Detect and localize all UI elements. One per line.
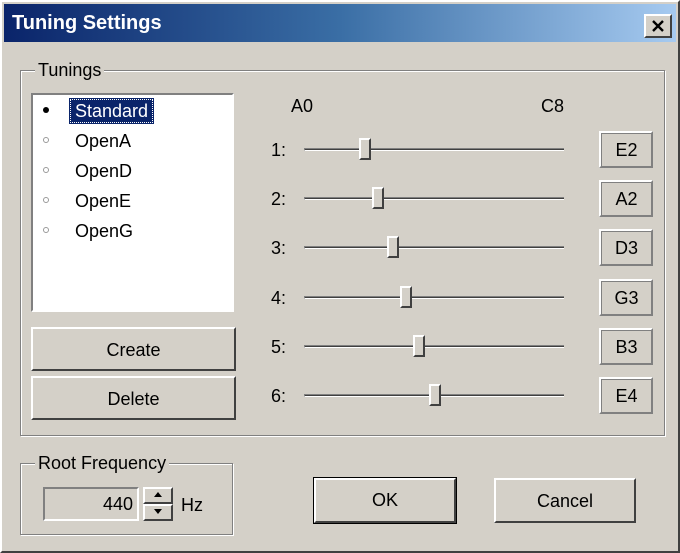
list-item-opena[interactable]: OpenA (33, 127, 232, 155)
tunings-group: Tunings Standard OpenA OpenD OpenE OpenG (20, 60, 665, 436)
arrow-down-icon (154, 509, 162, 514)
arrow-up-icon (154, 492, 162, 497)
string-3-thumb[interactable] (387, 236, 400, 258)
string-2-note: A2 (599, 180, 653, 217)
frequency-unit-label: Hz (181, 495, 203, 515)
string-6-label: 6: (271, 386, 287, 406)
cancel-button[interactable]: Cancel (494, 478, 636, 523)
title-bar[interactable]: Tuning Settings (4, 4, 676, 42)
string-1-slider[interactable] (304, 138, 564, 160)
string-1-label: 1: (271, 140, 287, 160)
list-item-openg[interactable]: OpenG (33, 217, 232, 245)
string-5-slider[interactable] (304, 335, 564, 357)
tunings-list[interactable]: Standard OpenA OpenD OpenE OpenG (31, 93, 234, 312)
list-item-label: OpenD (75, 161, 133, 181)
frequency-input[interactable] (43, 487, 139, 521)
tunings-group-label: Tunings (35, 60, 105, 80)
list-item-label: OpenE (75, 191, 132, 211)
close-button[interactable] (644, 14, 672, 38)
bullet-icon (43, 197, 49, 203)
string-4-label: 4: (271, 288, 287, 308)
string-2-slider[interactable] (304, 187, 564, 209)
string-3-note: D3 (599, 229, 653, 266)
root-frequency-group: Root Frequency Hz (20, 453, 233, 535)
delete-button[interactable]: Delete (31, 376, 236, 420)
bullet-icon (43, 107, 49, 113)
ok-button[interactable]: OK (313, 477, 457, 524)
string-1-note: E2 (599, 131, 653, 168)
string-5-note: B3 (599, 328, 653, 365)
list-item-opend[interactable]: OpenD (33, 157, 232, 185)
string-4-note: G3 (599, 279, 653, 316)
string-5-thumb[interactable] (413, 335, 426, 357)
string-2-label: 2: (271, 189, 287, 209)
list-item-standard[interactable]: Standard (33, 97, 232, 125)
tuning-settings-dialog: Tuning Settings Tunings Standard OpenA O… (0, 0, 680, 553)
string-3-slider[interactable] (304, 236, 564, 258)
string-4-thumb[interactable] (400, 286, 413, 308)
list-item-opene[interactable]: OpenE (33, 187, 232, 215)
string-4-slider[interactable] (304, 286, 564, 308)
root-frequency-group-label: Root Frequency (35, 453, 170, 473)
bullet-icon (43, 227, 49, 233)
string-5-label: 5: (271, 337, 287, 357)
close-icon (652, 20, 664, 32)
window-title: Tuning Settings (12, 12, 162, 34)
list-item-label: OpenG (75, 221, 134, 241)
bullet-icon (43, 167, 49, 173)
string-6-note: E4 (599, 377, 653, 414)
string-2-thumb[interactable] (371, 187, 384, 209)
frequency-spin-up-button[interactable] (143, 487, 173, 504)
range-min-label: A0 (291, 96, 314, 116)
range-max-label: C8 (541, 96, 565, 116)
string-3-label: 3: (271, 238, 287, 258)
create-button[interactable]: Create (31, 327, 236, 371)
list-item-label: Standard (69, 98, 155, 124)
frequency-spin-down-button[interactable] (143, 504, 173, 521)
bullet-icon (43, 137, 49, 143)
string-6-slider[interactable] (304, 384, 564, 406)
string-6-thumb[interactable] (429, 384, 441, 406)
list-item-label: OpenA (75, 131, 132, 151)
string-1-thumb[interactable] (358, 138, 371, 160)
